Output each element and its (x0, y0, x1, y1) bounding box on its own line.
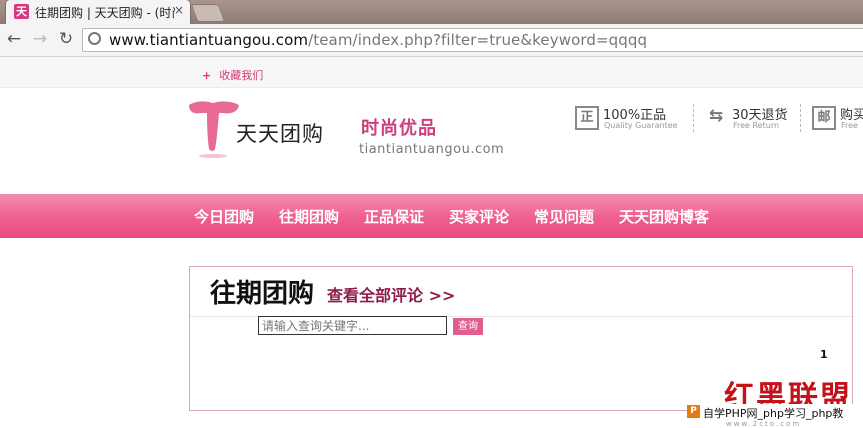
new-tab-button[interactable] (190, 4, 226, 22)
tab-close-icon[interactable]: × (174, 3, 184, 17)
logo-t-icon[interactable] (185, 99, 241, 159)
badge-divider (800, 104, 801, 132)
url-text[interactable]: www.tiantiantuangou.com/team/index.php?f… (109, 31, 647, 49)
page-title: 往期团购 (210, 279, 315, 309)
search-input[interactable] (258, 316, 447, 335)
forward-arrow-icon[interactable]: → (30, 29, 50, 49)
badge-subtitle: Quality Guarantee (604, 121, 678, 130)
logo-text[interactable]: 天天团购 (236, 118, 324, 148)
search-button[interactable]: 查询 (453, 318, 483, 335)
site-top-bar: + 收藏我们 (0, 57, 863, 88)
quality-guarantee-icon: 正 (575, 106, 599, 130)
address-bar[interactable]: www.tiantiantuangou.com/team/index.php?f… (82, 28, 863, 52)
nav-genuine[interactable]: 正品保证 (364, 206, 424, 227)
php-logo-icon: P (687, 405, 700, 418)
browser-tab-strip: 天 往期团购 | 天天团购 - (时尚 × (0, 0, 863, 24)
nav-blog[interactable]: 天天团购博客 (619, 206, 709, 227)
add-favorite-label: 收藏我们 (219, 69, 264, 82)
badge-subtitle: Free (841, 121, 858, 130)
page-number[interactable]: 1 (820, 348, 828, 361)
nav-past[interactable]: 往期团购 (279, 206, 339, 227)
nav-faq[interactable]: 常见问题 (534, 206, 594, 227)
watermark-text: 自学PHP网_php学习_php教 (703, 407, 844, 420)
browser-toolbar: ← → ↻ www.tiantiantuangou.com/team/index… (0, 24, 863, 57)
url-host: www.tiantiantuangou.com (109, 31, 309, 49)
main-nav: 今日团购 往期团购 正品保证 买家评论 常见问题 天天团购博客 (0, 194, 863, 238)
plus-icon: + (202, 69, 212, 82)
watermark-bar: P 自学PHP网_php学习_php教 (687, 404, 863, 420)
nav-today[interactable]: 今日团购 (194, 206, 254, 227)
return-arrows-icon: ⇆ (708, 106, 724, 126)
badge-subtitle: Free Return (733, 121, 780, 130)
site-domain: tiantiantuangou.com (359, 142, 505, 157)
site-favicon-icon: 天 (14, 4, 29, 19)
badge-divider (693, 104, 694, 132)
browser-tab[interactable]: 天 往期团购 | 天天团购 - (时尚 × (6, 0, 190, 24)
reload-icon[interactable]: ↻ (56, 29, 76, 49)
slogan: 时尚优品 (361, 118, 437, 139)
add-favorite-link[interactable]: + 收藏我们 (202, 67, 263, 83)
back-arrow-icon[interactable]: ← (4, 29, 24, 49)
tab-title: 往期团购 | 天天团购 - (时尚 (35, 6, 175, 20)
nav-reviews[interactable]: 买家评论 (449, 206, 509, 227)
page-info-icon[interactable] (88, 32, 101, 45)
free-shipping-icon: 邮 (812, 106, 836, 130)
url-path: /team/index.php?filter=true&keyword=qqqq (308, 31, 648, 49)
view-all-reviews-link[interactable]: 查看全部评论 >> (327, 282, 455, 306)
